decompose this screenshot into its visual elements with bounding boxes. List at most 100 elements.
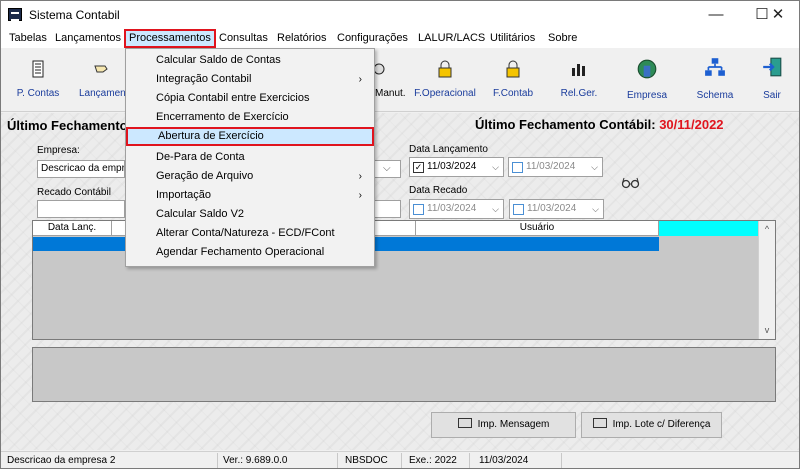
data-recado-label: Data Recado <box>409 185 468 196</box>
col-header-data-lanc[interactable]: Data Lanç. <box>33 221 112 236</box>
grid-header-cyan <box>659 221 759 236</box>
menu-item-label: Agendar Fechamento Operacional <box>156 246 325 258</box>
scroll-down-icon[interactable]: v <box>759 322 775 338</box>
menu-sobre[interactable]: Sobre <box>546 31 579 47</box>
globe-building-icon <box>637 59 657 79</box>
data-recado-to[interactable]: 11/03/2024 ⌵ <box>509 199 604 219</box>
menu-lalur-lacs[interactable]: LALUR/LACS <box>416 31 487 47</box>
checkbox-unchecked-icon[interactable] <box>513 204 524 215</box>
menu-tabelas[interactable]: Tabelas <box>7 31 49 47</box>
toolbar-f-operacional-button[interactable]: F.Operacional <box>409 48 481 110</box>
imp-mensagem-button[interactable]: Imp. Mensagem <box>431 412 576 438</box>
menu-item-copia-contabil[interactable]: Cópia Contabil entre Exercicios <box>128 89 372 108</box>
chevron-right-icon: › <box>358 74 362 85</box>
toolbar-schema-button[interactable]: Schema <box>687 48 743 110</box>
chevron-right-icon: › <box>358 171 362 182</box>
imp-lote-diferenca-button[interactable]: Imp. Lote c/ Diferença <box>581 412 722 438</box>
schema-icon <box>705 58 725 76</box>
ultimo-fechamento-heading: Último Fechamento <box>7 118 128 133</box>
recado-contabil-input[interactable] <box>37 200 125 218</box>
status-bar: Descricao da empresa 2 Ver.: 9.689.0.0 N… <box>1 451 799 468</box>
scroll-up-icon[interactable]: ^ <box>759 221 775 237</box>
recado-contabil-label: Recado Contábil <box>37 187 111 198</box>
menu-item-encerramento-exercicio[interactable]: Encerramento de Exercício <box>128 108 372 127</box>
toolbar-label: P. Contas <box>16 88 60 99</box>
chevron-down-icon: ⌵ <box>592 204 599 214</box>
data-recado-from[interactable]: 11/03/2024 ⌵ <box>409 199 504 219</box>
menu-item-label: Cópia Contabil entre Exercicios <box>156 92 310 104</box>
menu-item-label: Geração de Arquivo <box>156 170 254 182</box>
glasses-icon[interactable] <box>621 177 641 189</box>
checkbox-unchecked-icon[interactable] <box>413 204 424 215</box>
status-exercicio: Exe.: 2022 <box>409 455 457 466</box>
menu-bar: Tabelas Lançamentos Processamentos Consu… <box>1 29 799 48</box>
ledger-icon <box>32 60 44 78</box>
toolbar-label: Manut. <box>375 88 406 99</box>
close-button[interactable]: ✕ <box>755 1 799 29</box>
menu-item-integracao-contabil[interactable]: Integração Contabil › <box>128 70 372 89</box>
status-versao: Ver.: 9.689.0.0 <box>223 455 288 466</box>
menu-item-geracao-arquivo[interactable]: Geração de Arquivo › <box>128 167 372 186</box>
date-value: 11/03/2024 <box>427 203 477 214</box>
vertical-scrollbar[interactable]: ^ v <box>758 221 775 339</box>
data-lancamento-from[interactable]: ✓ 11/03/2024 ⌵ <box>409 157 504 177</box>
processamentos-dropdown: Calcular Saldo de Contas Integração Cont… <box>125 48 375 267</box>
status-data: 11/03/2024 <box>479 455 529 466</box>
empresa-dropdown-button[interactable]: ⌵ <box>373 160 401 178</box>
toolbar-sair-button[interactable]: Sair <box>747 48 797 110</box>
empresa-select[interactable]: Descricao da empre <box>37 160 125 178</box>
toolbar-label: F.Operacional <box>414 88 476 99</box>
col-header-usuario[interactable]: Usuário <box>415 221 659 236</box>
menu-item-calcular-saldo-contas[interactable]: Calcular Saldo de Contas <box>128 51 372 70</box>
toolbar-label: F.Contab <box>492 88 534 99</box>
menu-item-agendar-fechamento[interactable]: Agendar Fechamento Operacional <box>128 243 372 262</box>
menu-item-label: Importação <box>156 189 212 201</box>
toolbar-label: Schema <box>696 90 734 101</box>
exit-door-icon <box>763 57 782 77</box>
checkbox-unchecked-icon[interactable] <box>512 162 523 173</box>
checkbox-checked-icon[interactable]: ✓ <box>413 162 424 173</box>
printer-icon <box>592 418 607 428</box>
title-bar: Sistema Contabil — ☐ ✕ <box>1 1 799 29</box>
toolbar-empresa-button[interactable]: Empresa <box>619 48 675 110</box>
chevron-down-icon: ⌵ <box>492 204 499 214</box>
menu-processamentos[interactable]: Processamentos <box>124 29 216 48</box>
toolbar: P. Contas Lançamen Manut. F.Operacional … <box>1 48 799 112</box>
button-label: Imp. Lote c/ Diferença <box>612 419 711 430</box>
toolbar-rel-ger-button[interactable]: Rel.Ger. <box>551 48 607 110</box>
ultimo-fechamento-contabil-heading: Último Fechamento Contábil: 30/11/2022 <box>475 117 724 132</box>
mensagem-panel <box>32 347 776 402</box>
menu-item-abertura-exercicio[interactable]: Abertura de Exercício <box>126 127 374 146</box>
menu-item-alterar-conta-natureza[interactable]: Alterar Conta/Natureza - ECD/FCont <box>128 224 372 243</box>
toolbar-label: Lançamen <box>79 88 126 99</box>
empresa-label: Empresa: <box>37 145 80 156</box>
menu-lancamentos[interactable]: Lançamentos <box>53 31 123 47</box>
menu-item-label: Abertura de Exercício <box>158 130 264 142</box>
chevron-down-icon: ⌵ <box>492 162 499 172</box>
menu-relatorios[interactable]: Relatórios <box>275 31 329 47</box>
lock-icon <box>506 60 520 78</box>
app-icon <box>8 8 22 21</box>
data-lancamento-to[interactable]: 11/03/2024 ⌵ <box>508 157 603 177</box>
bar-chart-icon <box>572 64 585 76</box>
menu-item-label: Calcular Saldo V2 <box>156 208 245 220</box>
menu-item-calcular-saldo-v2[interactable]: Calcular Saldo V2 <box>128 205 372 224</box>
toolbar-plano-contas-button[interactable]: P. Contas <box>9 48 67 110</box>
toolbar-lancamento-button[interactable]: Lançamen <box>73 48 129 110</box>
lock-icon <box>438 60 452 78</box>
date-value: 11/03/2024 <box>427 161 477 172</box>
menu-item-importacao[interactable]: Importação › <box>128 186 372 205</box>
chevron-down-icon: ⌵ <box>383 163 391 174</box>
toolbar-f-contab-button[interactable]: F.Contab <box>485 48 541 110</box>
recado-contabil-input-end[interactable] <box>373 200 401 218</box>
menu-utilitarios[interactable]: Utilitários <box>488 31 537 47</box>
date-value: 11/03/2024 <box>527 203 577 214</box>
menu-consultas[interactable]: Consultas <box>217 31 270 47</box>
menu-item-label: Alterar Conta/Natureza - ECD/FCont <box>156 227 335 239</box>
chevron-down-icon: ⌵ <box>591 162 598 172</box>
menu-configuracoes[interactable]: Configurações <box>335 31 410 47</box>
menu-item-label: Encerramento de Exercício <box>156 111 289 123</box>
minimize-button[interactable]: — <box>693 1 739 29</box>
menu-item-label: Integração Contabil <box>156 73 252 85</box>
menu-item-de-para-conta[interactable]: De-Para de Conta <box>128 148 372 167</box>
